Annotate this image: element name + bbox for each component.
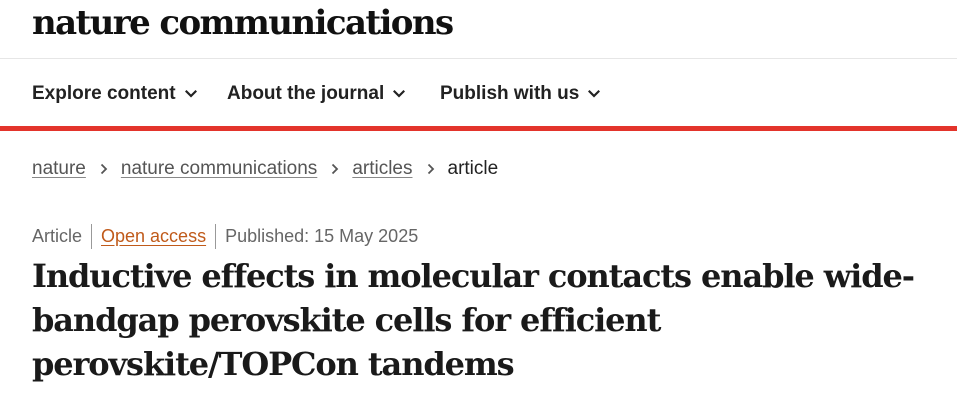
- article-meta: Article Open access Published: 15 May 20…: [32, 223, 418, 249]
- breadcrumb-nature[interactable]: nature: [32, 158, 86, 180]
- article-title: Inductive effects in molecular contacts …: [32, 254, 932, 386]
- chevron-right-icon: [330, 163, 340, 175]
- article-type: Article: [32, 225, 83, 246]
- breadcrumb-nature-communications[interactable]: nature communications: [121, 158, 317, 180]
- chevron-right-icon: [426, 163, 436, 175]
- open-access-link[interactable]: Open access: [101, 226, 206, 247]
- chevron-right-icon: [99, 163, 109, 175]
- chevron-down-icon: [393, 88, 406, 100]
- article-title-line: bandgap perovskite cells for efficient: [32, 301, 661, 339]
- chevron-down-icon: [184, 88, 197, 100]
- site-logo[interactable]: nature communications: [32, 3, 454, 43]
- meta-divider: [215, 223, 217, 249]
- breadcrumb: nature nature communications articles ar…: [32, 157, 498, 181]
- nav-item-label: Explore content: [32, 83, 176, 104]
- accent-divider: [0, 126, 957, 131]
- meta-divider: [91, 223, 93, 249]
- nav-item-label: About the journal: [227, 83, 385, 104]
- nav-item-label: Publish with us: [440, 83, 580, 104]
- chevron-down-icon: [588, 88, 601, 100]
- nav-publish-with-us[interactable]: Publish with us: [440, 83, 601, 105]
- breadcrumb-current-article: article: [447, 158, 499, 179]
- published-date: Published: 15 May 2025: [225, 225, 419, 246]
- main-nav: Explore content About the journal Publis…: [0, 59, 957, 127]
- article-title-line: perovskite/TOPCon tandems: [32, 345, 515, 383]
- article-title-line: Inductive effects in molecular contacts …: [32, 257, 915, 295]
- breadcrumb-articles[interactable]: articles: [352, 158, 412, 180]
- nav-explore-content[interactable]: Explore content: [32, 83, 197, 105]
- nav-about-the-journal[interactable]: About the journal: [227, 83, 406, 105]
- site-header: nature communications: [0, 0, 957, 59]
